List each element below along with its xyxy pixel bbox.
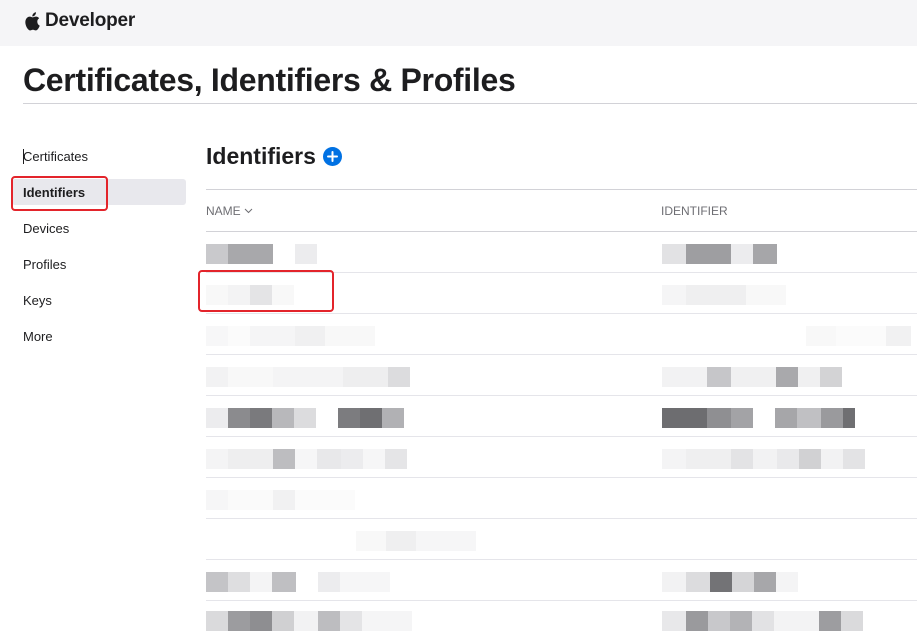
- redacted-identifier: [662, 611, 863, 631]
- redacted-name: [206, 326, 375, 346]
- redacted-name: [206, 572, 390, 592]
- table-row[interactable]: [206, 519, 917, 560]
- annotation-highlight-identifiers: [11, 176, 108, 211]
- text-cursor: [23, 149, 24, 164]
- brand-text: Developer: [45, 10, 136, 31]
- global-header: Developer: [0, 0, 917, 46]
- redacted-identifier: [662, 367, 842, 387]
- sidebar-item-devices[interactable]: Devices: [12, 215, 186, 241]
- add-identifier-button[interactable]: [322, 147, 342, 166]
- column-header-name-label: NAME: [206, 204, 241, 218]
- plus-circle-icon: [326, 151, 338, 162]
- apple-logo-icon: [25, 12, 40, 31]
- table-row[interactable]: [206, 232, 917, 273]
- section-title: Identifiers: [206, 143, 316, 169]
- sidebar-item-keys[interactable]: Keys: [12, 287, 186, 313]
- redacted-name: [206, 367, 410, 387]
- redacted-identifier: [662, 449, 865, 469]
- redacted-identifier: [662, 572, 798, 592]
- redacted-identifier: [662, 244, 777, 264]
- column-header-identifier-label: IDENTIFIER: [661, 204, 728, 218]
- table-row[interactable]: [206, 437, 917, 478]
- title-divider: [23, 103, 917, 104]
- chevron-down-icon: [244, 208, 253, 214]
- table-header: NAME IDENTIFIER: [206, 189, 917, 232]
- sidebar-item-profiles[interactable]: Profiles: [12, 251, 186, 277]
- annotation-highlight-row: [198, 270, 334, 312]
- redacted-identifier: [662, 285, 786, 305]
- sidebar-item-label: Profiles: [23, 256, 67, 272]
- column-header-name[interactable]: NAME: [206, 204, 253, 218]
- table-row[interactable]: [206, 314, 917, 355]
- sidebar-item-certificates[interactable]: Certificates: [12, 143, 186, 169]
- column-header-identifier[interactable]: IDENTIFIER: [661, 204, 728, 218]
- table-row[interactable]: [206, 355, 917, 396]
- redacted-name: [206, 244, 317, 264]
- table-row[interactable]: [206, 560, 917, 601]
- sidebar-item-label: More: [23, 328, 53, 344]
- sidebar-item-label: Keys: [23, 292, 52, 308]
- redacted-name: [356, 531, 476, 551]
- sidebar-item-label: Devices: [23, 220, 70, 236]
- table-row[interactable]: [206, 478, 917, 519]
- redacted-identifier: [662, 408, 855, 428]
- redacted-name: [206, 611, 412, 631]
- table-row[interactable]: [206, 396, 917, 437]
- sidebar-item-more[interactable]: More: [12, 323, 186, 349]
- redacted-identifier: [806, 326, 911, 346]
- redacted-name: [206, 408, 404, 428]
- sidebar-item-label: Certificates: [23, 148, 89, 164]
- redacted-name: [206, 449, 407, 469]
- section-header: Identifiers: [206, 143, 342, 170]
- page-title: Certificates, Identifiers & Profiles: [23, 62, 516, 98]
- developer-home-link[interactable]: Developer: [24, 8, 135, 34]
- redacted-name: [206, 490, 355, 510]
- identifiers-table: NAME IDENTIFIER: [206, 189, 917, 641]
- table-row[interactable]: [206, 601, 917, 641]
